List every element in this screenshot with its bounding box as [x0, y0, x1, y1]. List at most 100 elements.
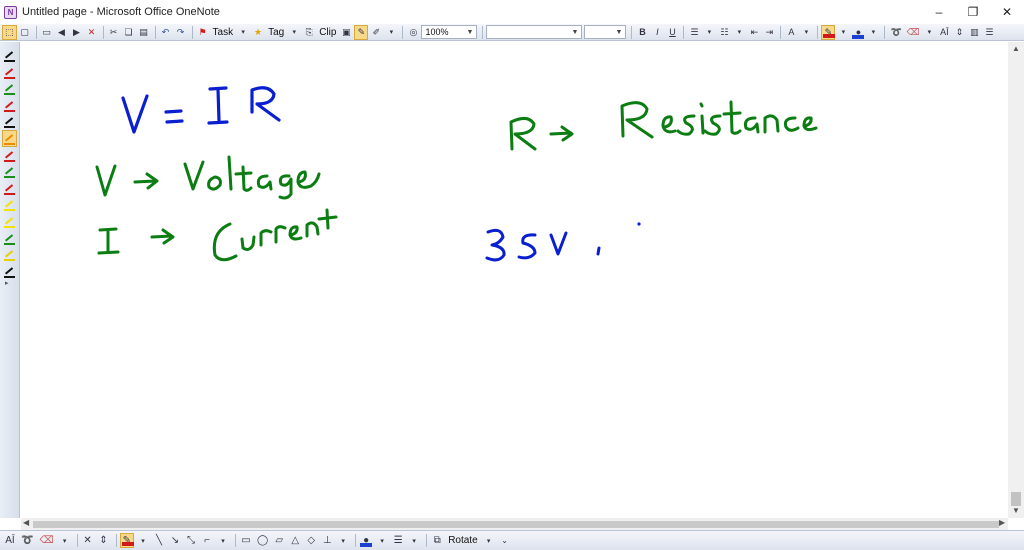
task-dropdown-icon[interactable]: ▾ [236, 25, 250, 40]
pen-mode-icon[interactable]: ✎ [354, 24, 369, 40]
close-button[interactable]: ✕ [990, 0, 1024, 24]
page-canvas[interactable] [21, 42, 1008, 518]
arrow-icon[interactable]: ↘ [168, 533, 182, 548]
double-arrow-icon[interactable]: ⤡ [184, 533, 198, 548]
scroll-right-icon[interactable]: ▶ [999, 518, 1005, 527]
rotate-button[interactable]: Rotate [446, 533, 479, 548]
restore-button[interactable]: ❐ [956, 0, 990, 24]
task-button[interactable]: Task [211, 25, 236, 40]
copy-icon[interactable]: ❏ [122, 25, 136, 40]
pen-dropdown-icon[interactable]: ▾ [384, 25, 398, 40]
zoom-select[interactable]: 100% ▼ [421, 25, 478, 39]
fill-color-icon[interactable]: ● [359, 533, 373, 548]
font-color-dropdown-icon[interactable]: ▾ [799, 25, 813, 40]
shape-fill-icon[interactable]: ● [851, 25, 865, 40]
lasso-icon[interactable]: ➰ [19, 533, 35, 548]
decrease-indent-icon[interactable]: ⇤ [747, 25, 761, 40]
bullets-icon[interactable]: ☰ [687, 25, 701, 40]
triangle-icon[interactable]: △ [288, 533, 302, 548]
scroll-thumb[interactable] [1011, 492, 1021, 506]
pen-red-icon[interactable] [3, 65, 16, 80]
italic-button[interactable]: I [650, 25, 664, 40]
rectangle-icon[interactable]: ▭ [239, 533, 253, 548]
clip-button[interactable]: Clip [317, 25, 338, 40]
bullets-dropdown-icon[interactable]: ▾ [702, 25, 716, 40]
clip-icon[interactable]: ⎘ [302, 25, 316, 40]
pen-red-icon[interactable] [3, 181, 16, 196]
pen-red-icon[interactable] [3, 98, 16, 113]
bold-button[interactable]: B [635, 25, 649, 40]
full-page-view-icon[interactable]: ▣ [339, 25, 353, 40]
line-weight-icon[interactable]: ☰ [391, 533, 405, 548]
delete-icon[interactable]: ✕ [81, 533, 95, 548]
vertical-scrollbar[interactable]: ▲ ▼ [1008, 42, 1024, 518]
minimize-button[interactable]: – [922, 0, 956, 24]
numbering-icon[interactable]: ☷ [717, 25, 731, 40]
connector-icon[interactable]: ⊥ [320, 533, 334, 548]
font-color-icon[interactable]: A [784, 25, 798, 40]
scroll-thumb[interactable] [33, 521, 999, 528]
parallelogram-icon[interactable]: ▱ [272, 533, 286, 548]
ellipse-icon[interactable]: ◯ [255, 533, 270, 548]
shape-fill-dropdown-icon[interactable]: ▾ [866, 25, 880, 40]
forward-icon[interactable]: ▶ [70, 25, 84, 40]
pen-color-dropdown-icon[interactable]: ▾ [836, 25, 850, 40]
page-view-icon[interactable]: ▥ [967, 25, 981, 40]
line-icon[interactable]: ╲ [152, 533, 166, 548]
task-flag-icon[interactable]: ⚑ [196, 25, 210, 40]
palette-more-icon[interactable]: ▸ [5, 279, 9, 287]
toolbar-options-icon[interactable]: ⌄ [498, 533, 512, 548]
shapes-dropdown-icon[interactable]: ▾ [336, 533, 350, 548]
underline-button[interactable]: U [665, 25, 679, 40]
rotate-dropdown-icon[interactable]: ▾ [482, 533, 496, 548]
undo-icon[interactable]: ↶ [159, 25, 173, 40]
font-name-select[interactable]: ▼ [486, 25, 583, 39]
scroll-left-icon[interactable]: ◀ [23, 518, 29, 527]
pen-red-icon[interactable] [3, 148, 16, 163]
paste-icon[interactable]: ▤ [137, 25, 151, 40]
axis-dropdown-icon[interactable]: ▾ [216, 533, 230, 548]
eraser-dropdown-icon[interactable]: ▾ [58, 533, 72, 548]
increase-indent-icon[interactable]: ⇥ [762, 25, 776, 40]
pen-black-icon[interactable] [3, 48, 16, 63]
delete-icon[interactable]: ✕ [85, 25, 99, 40]
cut-icon[interactable]: ✂ [107, 25, 121, 40]
pen-green-icon[interactable] [3, 81, 16, 96]
fill-dropdown-icon[interactable]: ▾ [375, 533, 389, 548]
eraser-dropdown-icon[interactable]: ▾ [922, 25, 936, 40]
redo-icon[interactable]: ↷ [174, 25, 188, 40]
scroll-down-icon[interactable]: ▼ [1011, 506, 1021, 515]
tag-star-icon[interactable]: ★ [251, 25, 265, 40]
pen-black-icon[interactable] [3, 114, 16, 129]
scroll-up-icon[interactable]: ▲ [1011, 44, 1021, 53]
font-size-select[interactable]: ▼ [584, 25, 627, 39]
help-icon[interactable]: ◎ [406, 25, 420, 40]
tag-button[interactable]: Tag [266, 25, 286, 40]
axis-icon[interactable]: ⌐ [200, 533, 214, 548]
lasso-icon[interactable]: ➰ [888, 25, 903, 40]
eraser-pen-icon[interactable]: ✐ [369, 25, 383, 40]
diamond-icon[interactable]: ◇ [304, 533, 318, 548]
eraser-icon[interactable]: ⌫ [905, 25, 922, 40]
pen-color-icon[interactable]: ✎ [821, 24, 836, 40]
select-tool-icon[interactable]: ⬚ [2, 24, 17, 40]
eraser-icon[interactable]: ⌫ [37, 533, 55, 548]
insert-space-icon[interactable]: ⇕ [952, 25, 966, 40]
pen-green-icon[interactable] [3, 231, 16, 246]
pen-green-icon[interactable] [3, 164, 16, 179]
numbering-dropdown-icon[interactable]: ▾ [732, 25, 746, 40]
arrange-icon[interactable]: ⧉ [430, 533, 444, 548]
ink-to-text-icon[interactable]: AĪ [937, 25, 951, 40]
ink-to-text-icon[interactable]: AĪ [3, 533, 17, 548]
insert-space-icon[interactable]: ⇕ [97, 533, 111, 548]
back-icon[interactable]: ◀ [55, 25, 69, 40]
horizontal-scrollbar[interactable]: ◀ ▶ [21, 518, 1008, 530]
pen-black-icon[interactable] [3, 264, 16, 279]
pen-yellow-icon[interactable] [3, 214, 16, 229]
list-view-icon[interactable]: ☰ [982, 25, 996, 40]
pen-yellow-icon[interactable] [3, 197, 16, 212]
pen-dropdown-icon[interactable]: ▾ [136, 533, 150, 548]
tag-dropdown-icon[interactable]: ▾ [287, 25, 301, 40]
pen-orange-icon[interactable] [2, 130, 17, 147]
pen-yellow-icon[interactable] [3, 247, 16, 262]
